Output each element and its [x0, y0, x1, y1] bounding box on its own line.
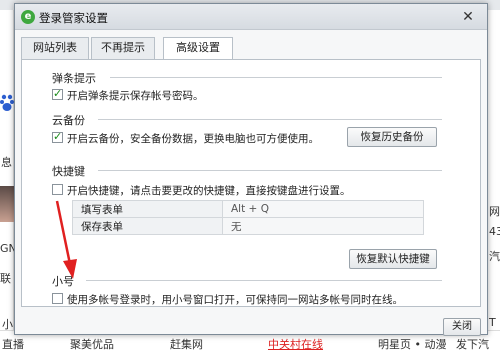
table-row[interactable]: 保存表单 无 — [72, 217, 424, 235]
shortcut-table: 填写表单 Alt + Q 保存表单 无 — [72, 200, 424, 235]
close-button[interactable]: 关闭 — [443, 318, 481, 336]
background-link[interactable]: 发下汽 — [456, 336, 489, 352]
section-divider — [98, 119, 442, 120]
popup-checkbox-label: 开启弹条提示保存帐号密码。 — [67, 90, 204, 102]
background-fragment: 43 — [489, 225, 500, 238]
section-divider — [86, 280, 442, 281]
section-divider — [110, 77, 442, 78]
shortcut-checkbox-label: 开启快捷键，请点击要更改的快捷键，直接按键盘进行设置。 — [67, 185, 351, 197]
baidu-paw-icon — [0, 94, 14, 111]
settings-dialog: e 登录管家设置 ✕ 网站列表 不再提示 高级设置 弹条提示 开启弹条提示保存帐… — [14, 3, 488, 336]
background-link[interactable]: 聚美优品 — [70, 336, 114, 352]
shortcut-key[interactable]: 无 — [222, 217, 424, 235]
section-title-shortcut: 快捷键 — [52, 165, 85, 178]
background-fragment: 息 — [1, 156, 12, 169]
shortcut-checkbox[interactable] — [52, 184, 63, 195]
dialog-titlebar[interactable]: e 登录管家设置 ✕ — [15, 4, 487, 30]
background-fragment: 汽 — [489, 250, 500, 263]
background-link[interactable]: 中关村在线 — [268, 336, 323, 352]
restore-default-shortcut-button[interactable]: 恢复默认快捷键 — [349, 249, 437, 269]
close-icon[interactable]: ✕ — [457, 8, 479, 26]
background-fragment: T — [489, 316, 496, 329]
shortcut-action: 填写表单 — [72, 200, 223, 218]
green-circle-e-icon: e — [21, 10, 35, 24]
background-fragment: 网 — [489, 205, 500, 218]
subaccount-checkbox[interactable] — [52, 293, 63, 304]
background-right-column — [486, 10, 500, 355]
cloud-backup-checkbox-label: 开启云备份，安全备份数据，更换电脑也可方便使用。 — [67, 133, 319, 145]
tab-no-prompt[interactable]: 不再提示 — [91, 37, 155, 59]
shortcut-key[interactable]: Alt + Q — [222, 200, 424, 218]
restore-history-backup-button[interactable]: 恢复历史备份 — [347, 127, 437, 147]
popup-checkbox[interactable] — [52, 87, 63, 100]
cloud-backup-checkbox[interactable] — [52, 130, 63, 143]
background-fragment: 直播 — [2, 338, 24, 351]
section-title-cloud-backup: 云备份 — [52, 114, 85, 127]
background-link[interactable]: 明星页 • 动漫 — [378, 336, 446, 352]
background-link[interactable]: 赶集网 — [170, 336, 203, 352]
subaccount-checkbox-label: 使用多帐号登录时，用小号窗口打开，可保持同一网站多帐号同时在线。 — [67, 294, 403, 306]
red-arrow-icon — [55, 200, 77, 279]
avatar — [0, 186, 14, 222]
tab-site-list[interactable]: 网站列表 — [21, 37, 89, 59]
section-divider — [98, 170, 442, 171]
background-left-column — [0, 10, 14, 355]
table-row[interactable]: 填写表单 Alt + Q — [72, 200, 424, 218]
advanced-settings-panel: 弹条提示 开启弹条提示保存帐号密码。 云备份 开启云备份，安全备份数据，更换电脑… — [21, 59, 481, 307]
shortcut-action: 保存表单 — [72, 217, 223, 235]
tab-advanced-settings[interactable]: 高级设置 — [163, 37, 233, 60]
section-title-popup: 弹条提示 — [52, 72, 96, 85]
dialog-title: 登录管家设置 — [39, 11, 108, 25]
background-fragment: 联 — [0, 272, 11, 285]
